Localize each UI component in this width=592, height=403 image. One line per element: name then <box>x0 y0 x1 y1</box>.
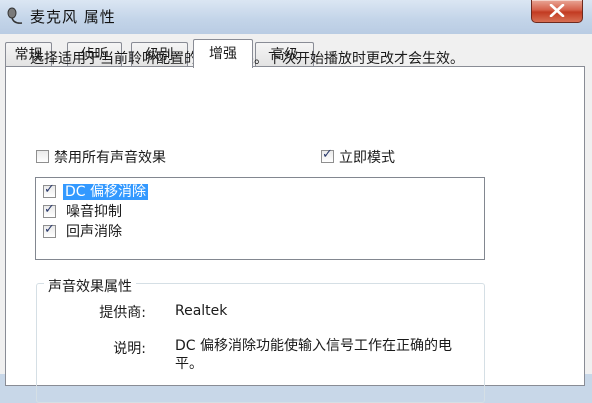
description-label: 说明: <box>113 341 146 357</box>
immediate-mode-label[interactable]: 立即模式 <box>339 147 395 167</box>
effect-properties-title: 声音效果属性 <box>44 276 136 296</box>
provider-value: Realtek <box>175 303 228 319</box>
tab-enhancements[interactable]: 增强 <box>193 39 253 68</box>
effect-checkbox-echo[interactable] <box>43 222 56 238</box>
disable-all-label[interactable]: 禁用所有声音效果 <box>54 147 166 167</box>
provider-label: 提供商: <box>99 305 146 321</box>
enhancements-description: 选择适用于当前聆听配置的声音效果。下次开始播放时更改才会生效。 <box>30 50 500 69</box>
effect-label-echo[interactable]: 回声消除 <box>66 221 122 241</box>
effect-label-noise[interactable]: 噪音抑制 <box>66 201 122 221</box>
close-button[interactable] <box>531 0 583 23</box>
window-title: 麦克风 属性 <box>30 8 116 26</box>
effect-checkbox-dc-offset[interactable] <box>43 182 56 198</box>
effect-item-dc-offset[interactable]: DC 偏移消除 <box>63 181 149 201</box>
disable-all-checkbox[interactable] <box>36 150 49 163</box>
microphone-icon <box>7 7 23 24</box>
close-icon <box>549 4 565 17</box>
description-value: DC 偏移消除功能使输入信号工作在正确的电平。 <box>175 338 453 372</box>
immediate-mode-checkbox[interactable] <box>321 147 334 163</box>
title-bar[interactable]: 麦克风 属性 <box>0 0 592 34</box>
effect-checkbox-noise[interactable] <box>43 202 56 218</box>
effect-label-dc-offset[interactable]: DC 偏移消除 <box>63 184 149 200</box>
